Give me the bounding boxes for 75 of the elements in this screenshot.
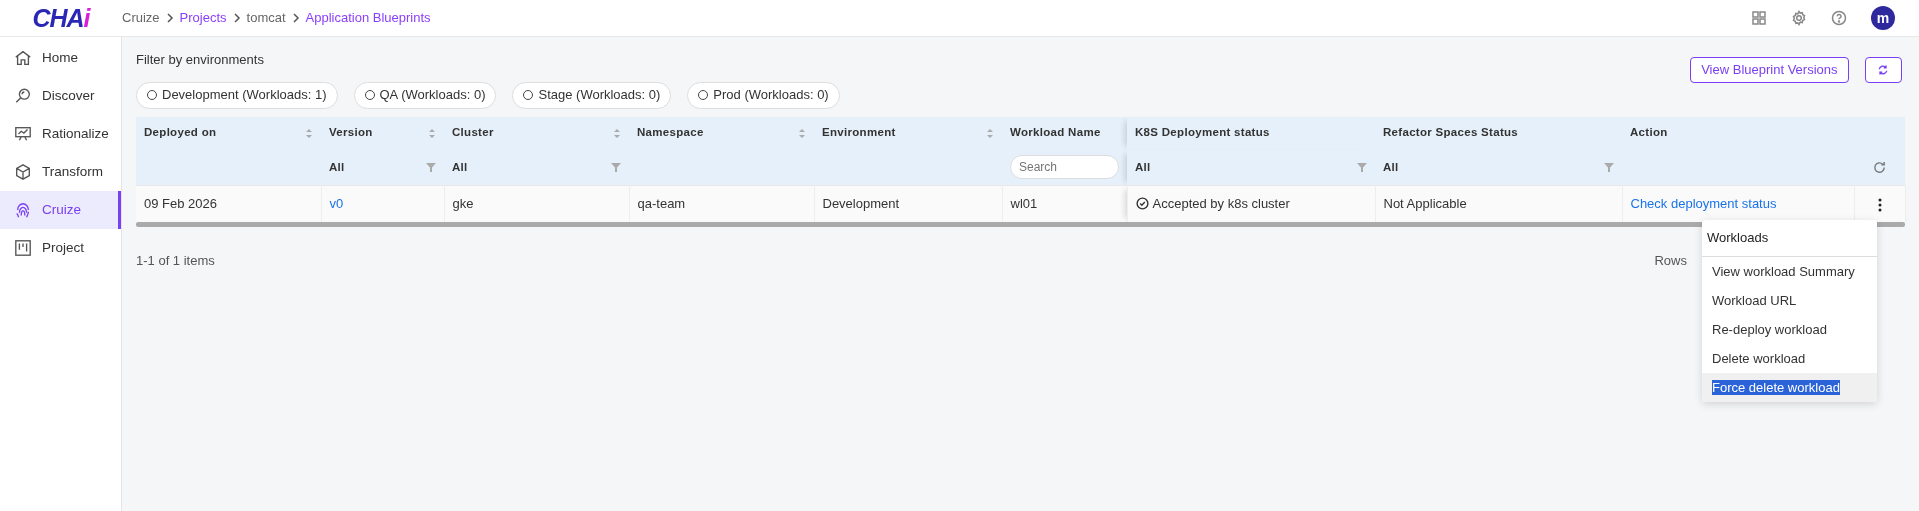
sort-icon[interactable] [613,127,621,139]
chevron-right-icon [165,13,174,23]
breadcrumb-item: Cruize [122,9,160,28]
view-versions-button[interactable]: View Blueprint Versions [1690,57,1849,83]
horizontal-scrollbar[interactable] [136,221,1905,227]
menu-title: Workloads [1702,220,1877,257]
board-icon [14,239,32,257]
chevron-right-icon [291,13,300,23]
column-header[interactable]: Cluster [444,116,629,150]
menu-item[interactable]: Workload URL [1702,285,1877,315]
more-options-icon[interactable] [1877,197,1882,212]
breadcrumb-item: tomcat [246,9,286,28]
search-field[interactable]: Search [1010,155,1119,180]
magnifier-icon [14,87,32,105]
menu-item[interactable]: View workload Summary [1702,256,1877,286]
column-header: Refactor Spaces Status [1375,116,1622,150]
presentation-chart-icon [14,125,32,143]
filter-value[interactable]: All [329,158,345,176]
refresh-icon [1877,64,1889,76]
column-header: Workload Name [1002,116,1127,150]
fingerprint-icon [14,201,32,219]
environment-filter-chip[interactable]: Development (Workloads: 1) [136,81,338,109]
version-link[interactable]: v0 [329,196,344,211]
column-header[interactable]: Namespace [629,116,814,150]
check-circle-icon [1135,197,1149,211]
table-cell: 09 Feb 2026 [144,196,217,211]
sidebar-item[interactable]: Discover [0,77,121,115]
breadcrumb-link[interactable]: Application Blueprints [305,8,431,28]
table-cell: Not Applicable [1383,196,1467,211]
sort-icon[interactable] [428,127,436,139]
menu-item[interactable]: Delete workload [1702,343,1877,373]
filter-icon[interactable] [611,162,621,172]
filter-value[interactable]: All [452,158,468,176]
refresh-button[interactable] [1864,57,1902,83]
environment-filter-chip[interactable]: QA (Workloads: 0) [353,81,497,109]
filter-icon[interactable] [1604,162,1614,172]
column-header: K8S Deployment status [1127,116,1375,150]
user-avatar[interactable]: m [1871,6,1895,30]
rows-per-page-label: Rows [1654,251,1687,270]
filter-icon[interactable] [426,162,436,172]
grid-icon[interactable] [1751,10,1767,26]
breadcrumb-link[interactable]: Projects [179,8,227,28]
logo: CHAi [32,5,90,31]
filter-title: Filter by environments [136,51,265,69]
sort-icon[interactable] [305,127,313,139]
home-icon [14,49,32,67]
filter-value[interactable]: All [1135,158,1151,176]
pagination-summary: 1-1 of 1 items [136,251,215,270]
table-cell: qa-team [637,196,686,211]
table-cell: gke [452,196,474,211]
sort-icon[interactable] [986,127,994,139]
sidebar-item[interactable]: Rationalize [0,115,121,153]
sidebar-item[interactable]: Project [0,229,121,267]
column-header[interactable]: Environment [814,116,1002,150]
sort-icon[interactable] [798,127,806,139]
sidebar-item[interactable]: Home [0,39,121,77]
cube-icon [14,163,32,181]
help-icon[interactable] [1831,10,1847,26]
column-header: Action [1622,116,1854,150]
filter-icon[interactable] [1357,162,1367,172]
menu-item[interactable]: Re-deploy workload [1702,314,1877,344]
environment-filter-chip[interactable]: Stage (Workloads: 0) [512,81,672,109]
chevron-right-icon [232,13,241,23]
menu-item[interactable]: Force delete workload [1702,372,1877,402]
table-cell: wl01 [1010,196,1038,211]
column-header[interactable]: Deployed on [136,116,321,150]
filter-value[interactable]: All [1383,158,1399,176]
environment-filter-chip[interactable]: Prod (Workloads: 0) [687,81,840,109]
table-cell: Development [822,196,900,211]
sidebar-item[interactable]: Transform [0,153,121,191]
settings-icon[interactable] [1791,10,1807,26]
column-header[interactable]: Version [321,116,444,150]
table-cell-text: Accepted by k8s cluster [1152,195,1290,213]
reset-icon[interactable] [1872,160,1887,176]
sidebar-item[interactable]: Cruize [0,191,121,229]
